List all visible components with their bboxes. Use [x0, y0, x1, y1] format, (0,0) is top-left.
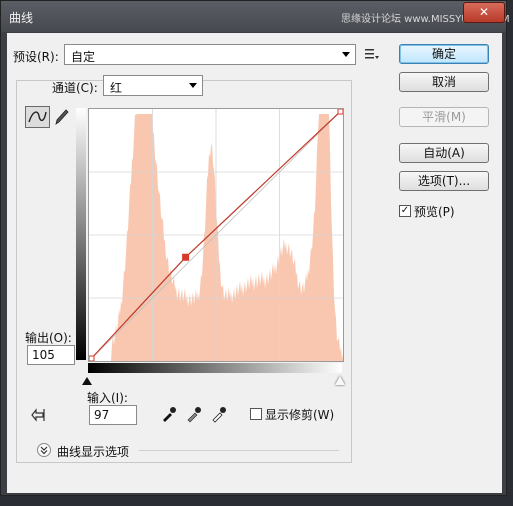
eyedropper-black-icon: [163, 407, 176, 422]
preset-label: 预设(R):: [13, 50, 59, 64]
curve-display-toggle[interactable]: [37, 443, 51, 457]
output-gradient-bar: [76, 108, 86, 360]
divider: [139, 450, 339, 451]
menu-list-icon: [365, 49, 379, 59]
input-field[interactable]: 97: [89, 405, 137, 425]
black-eyedropper[interactable]: [160, 405, 178, 423]
preset-options-icon[interactable]: [364, 47, 380, 61]
black-point-slider[interactable]: [82, 377, 92, 385]
pencil-icon: [55, 109, 69, 125]
cancel-button[interactable]: 取消: [399, 72, 489, 92]
curve-display-label: 曲线显示选项: [57, 445, 130, 459]
curve-tool-icon: [28, 111, 47, 123]
smooth-button[interactable]: 平滑(M): [399, 107, 489, 127]
show-clipping-label: 显示修剪(W): [265, 408, 335, 422]
chevron-down-icon: [342, 52, 350, 57]
preview-label: 预览(P): [414, 205, 455, 219]
curves-dialog: 曲线 思缘设计论坛 www.MISSYUAN.COM ✕ 预设(R): 自定 通…: [0, 0, 510, 496]
input-gradient-bar: [88, 363, 342, 373]
curve-point[interactable]: [337, 108, 344, 115]
chevron-down-icon: [189, 83, 197, 88]
channel-label: 通道(C):: [52, 81, 98, 95]
auto-button[interactable]: 自动(A): [399, 143, 489, 163]
curve-graph[interactable]: [88, 108, 344, 362]
channel-value: 红: [110, 81, 123, 95]
point-curve-tool[interactable]: [25, 106, 50, 128]
white-point-slider[interactable]: [335, 376, 345, 385]
title-bar: 曲线 思缘设计论坛 www.MISSYUAN.COM ✕: [1, 1, 510, 32]
dialog-body: 预设(R): 自定 通道(C): 红 输出(O): 105 输入(I): 97 …: [7, 33, 502, 493]
preview-checkbox[interactable]: ✓: [399, 205, 411, 217]
hand-adjust-icon: [31, 408, 45, 422]
options-button[interactable]: 选项(T)...: [399, 171, 489, 191]
curve-canvas[interactable]: [88, 108, 344, 362]
close-button[interactable]: ✕: [463, 2, 505, 23]
gray-eyedropper[interactable]: [185, 405, 203, 423]
ok-button[interactable]: 确定: [399, 44, 489, 64]
selected-curve-point[interactable]: [182, 253, 190, 261]
eyedropper-gray-icon: [187, 407, 201, 423]
output-label: 输出(O):: [25, 331, 72, 345]
double-chevron-down-icon: [40, 446, 48, 455]
targeted-adjust-tool[interactable]: [29, 406, 51, 424]
output-field[interactable]: 105: [27, 345, 75, 365]
white-eyedropper[interactable]: [210, 405, 228, 423]
input-label: 输入(I):: [87, 391, 128, 405]
dialog-title: 曲线: [9, 11, 34, 25]
preset-dropdown[interactable]: 自定: [64, 44, 356, 65]
pencil-tool[interactable]: [53, 107, 71, 127]
curve-point[interactable]: [88, 355, 95, 362]
preset-value: 自定: [71, 50, 96, 64]
show-clipping-checkbox[interactable]: [250, 408, 262, 420]
eyedropper-white-icon: [212, 407, 226, 423]
channel-dropdown[interactable]: 红: [103, 75, 203, 96]
